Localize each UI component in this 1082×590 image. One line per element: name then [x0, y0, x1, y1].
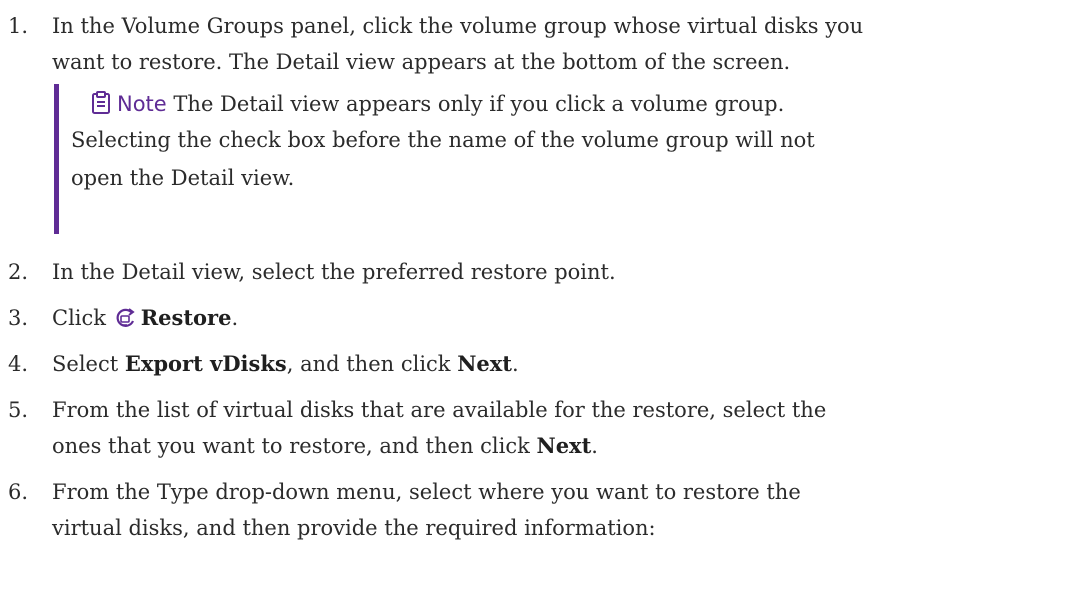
step-number: 2. — [8, 260, 29, 284]
next-label: Next — [536, 433, 592, 458]
step-text-part: , and then click — [286, 352, 458, 376]
step-text-part: . — [231, 306, 239, 330]
next-label: Next — [457, 351, 512, 376]
step-text-part: Click — [52, 306, 106, 330]
step-text-part: . — [591, 434, 598, 458]
step-text: In the Detail view, select the preferred… — [52, 260, 616, 284]
step-text: want to restore. The Detail view appears… — [52, 50, 791, 74]
export-vdisks-label: Export vDisks — [124, 351, 287, 376]
step-number: 5. — [8, 398, 29, 422]
step-text: ones that you want to restore, and then … — [52, 428, 598, 464]
step-text-part: ones that you want to restore, and then … — [52, 434, 537, 458]
step-text: From the list of virtual disks that are … — [52, 398, 827, 422]
note-callout: Note The Detail view appears only if you… — [54, 84, 1019, 234]
note-text: Selecting the check box before the name … — [71, 128, 815, 152]
step-text: Click Restore. — [52, 300, 238, 341]
step-number: 1. — [8, 14, 29, 38]
step-text: From the Type drop-down menu, select whe… — [52, 480, 801, 504]
note-first-line: Note The Detail view appears only if you… — [91, 86, 784, 126]
restore-label: Restore — [140, 305, 232, 330]
clipboard-note-icon — [91, 90, 111, 126]
step-number: 6. — [8, 480, 29, 504]
step-text: In the Volume Groups panel, click the vo… — [52, 14, 864, 38]
note-label: Note — [117, 92, 167, 116]
step-text: Select Export vDisks, and then click Nex… — [52, 346, 519, 382]
note-text: The Detail view appears only if you clic… — [173, 92, 785, 116]
step-text-part: Select — [52, 352, 125, 376]
step-text-part: . — [511, 352, 519, 376]
step-number: 4. — [8, 352, 29, 376]
step-number: 3. — [8, 306, 29, 330]
restore-icon — [115, 305, 137, 341]
note-text: open the Detail view. — [71, 166, 295, 190]
step-text: virtual disks, and then provide the requ… — [52, 516, 656, 540]
